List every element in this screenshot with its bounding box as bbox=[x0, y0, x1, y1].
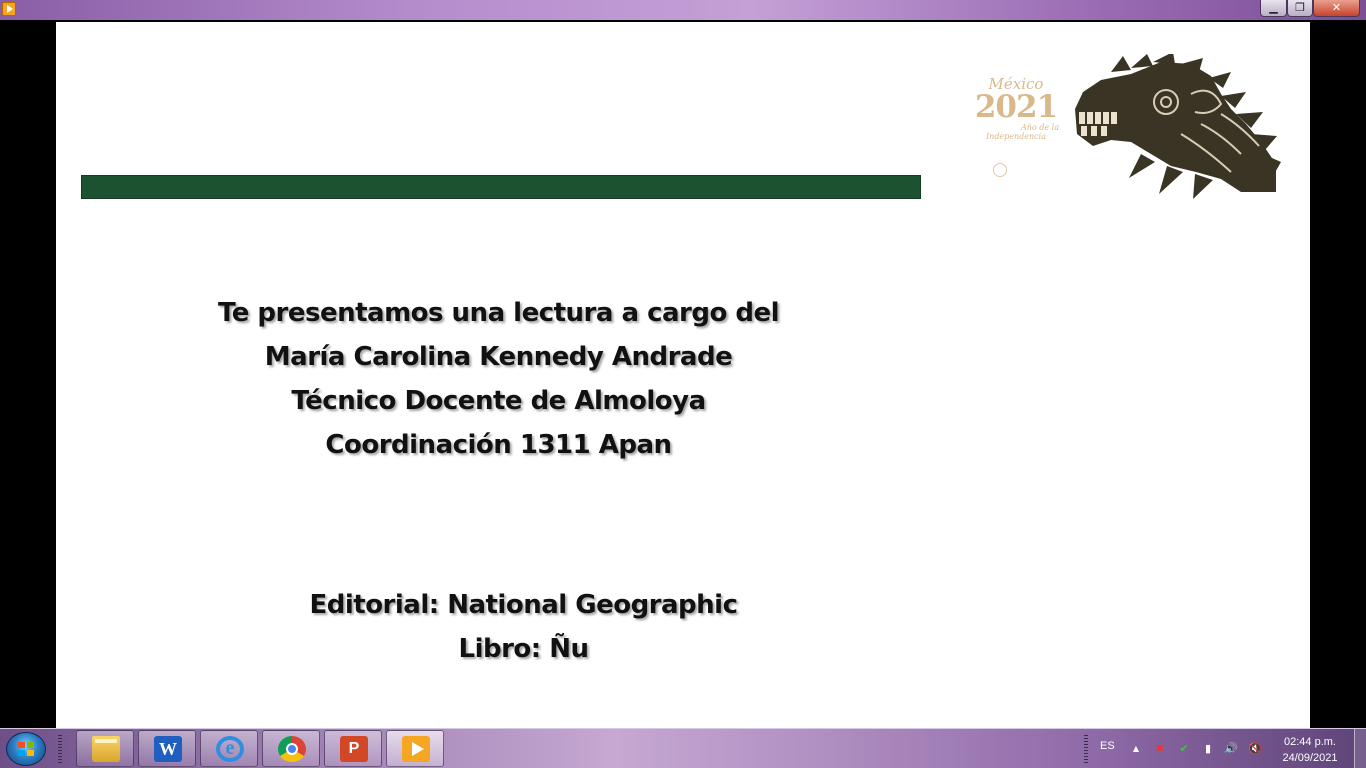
speaker-icon[interactable]: 🔊 bbox=[1224, 742, 1238, 756]
security-alert-icon[interactable]: ✖ bbox=[1153, 742, 1167, 756]
presentation-slide[interactable]: México 2021 Año de la Independencia Te p… bbox=[56, 22, 1310, 728]
network-signal-icon[interactable]: ▮ bbox=[1201, 742, 1215, 756]
logo-text: México 2021 Año de la Independencia bbox=[971, 76, 1061, 141]
mexico-2021-logo: México 2021 Año de la Independencia bbox=[971, 54, 1281, 199]
show-hidden-icons-icon[interactable]: ▲ bbox=[1129, 742, 1143, 756]
book-title: Libro: Ñu bbox=[458, 634, 590, 664]
volume-muted-icon[interactable]: 🔇 bbox=[1248, 742, 1262, 756]
close-button[interactable]: ✕ bbox=[1313, 0, 1360, 17]
internet-explorer-icon: e bbox=[216, 736, 244, 762]
presenter-text-block: Te presentamos una lectura a cargo del M… bbox=[56, 291, 941, 467]
seal-icon bbox=[993, 163, 1007, 177]
chrome-icon bbox=[278, 736, 306, 762]
taskbar-app-ie[interactable]: e bbox=[200, 730, 258, 767]
presenter-name: María Carolina Kennedy Andrade bbox=[264, 342, 733, 372]
taskbar-app-explorer[interactable] bbox=[76, 730, 134, 767]
media-player-icon[interactable] bbox=[2, 2, 16, 16]
media-player-icon bbox=[402, 736, 430, 762]
window-titlebar[interactable]: ▁ ❐ ✕ bbox=[0, 0, 1366, 20]
logo-year: 2021 bbox=[974, 89, 1058, 125]
logo-subtitle: Independencia bbox=[986, 132, 1046, 141]
taskbar-grip[interactable] bbox=[58, 735, 62, 763]
taskbar-grip[interactable] bbox=[1084, 735, 1088, 763]
maximize-button[interactable]: ❐ bbox=[1287, 0, 1313, 17]
system-clock[interactable]: 02:44 p.m. 24/09/2021 bbox=[1270, 734, 1350, 766]
show-desktop-button[interactable] bbox=[1354, 729, 1366, 768]
language-indicator[interactable]: ES bbox=[1100, 740, 1115, 752]
slide-line: Te presentamos una lectura a cargo del bbox=[217, 298, 780, 328]
desktop-screen: ▁ ❐ ✕ México 2021 Año de la Independenci… bbox=[0, 0, 1366, 768]
book-text-block: Editorial: National Geographic Libro: Ñu bbox=[81, 583, 966, 671]
file-explorer-icon bbox=[92, 736, 120, 762]
taskbar-app-word[interactable]: W bbox=[138, 730, 196, 767]
slide-accent-bar bbox=[81, 175, 921, 199]
feathered-serpent-icon bbox=[1075, 54, 1281, 199]
clock-date: 24/09/2021 bbox=[1282, 752, 1338, 764]
presenter-coordination: Coordinación 1311 Apan bbox=[325, 430, 672, 460]
book-editorial: Editorial: National Geographic bbox=[309, 590, 738, 620]
minimize-button[interactable]: ▁ bbox=[1260, 0, 1287, 17]
taskbar: W e P ES ▲ ✖ ✔ ▮ 🔊 🔇 02:44 p.m. 24/09/20… bbox=[0, 728, 1366, 768]
clock-time: 02:44 p.m. bbox=[1284, 736, 1336, 748]
taskbar-app-chrome[interactable] bbox=[262, 730, 320, 767]
taskbar-app-player[interactable] bbox=[386, 730, 444, 767]
word-icon: W bbox=[154, 736, 182, 762]
shield-check-icon[interactable]: ✔ bbox=[1177, 742, 1191, 756]
taskbar-app-powerpoint[interactable]: P bbox=[324, 730, 382, 767]
presenter-role: Técnico Docente de Almoloya bbox=[291, 386, 706, 416]
windows-start-icon[interactable] bbox=[6, 732, 46, 766]
powerpoint-icon: P bbox=[340, 736, 368, 762]
